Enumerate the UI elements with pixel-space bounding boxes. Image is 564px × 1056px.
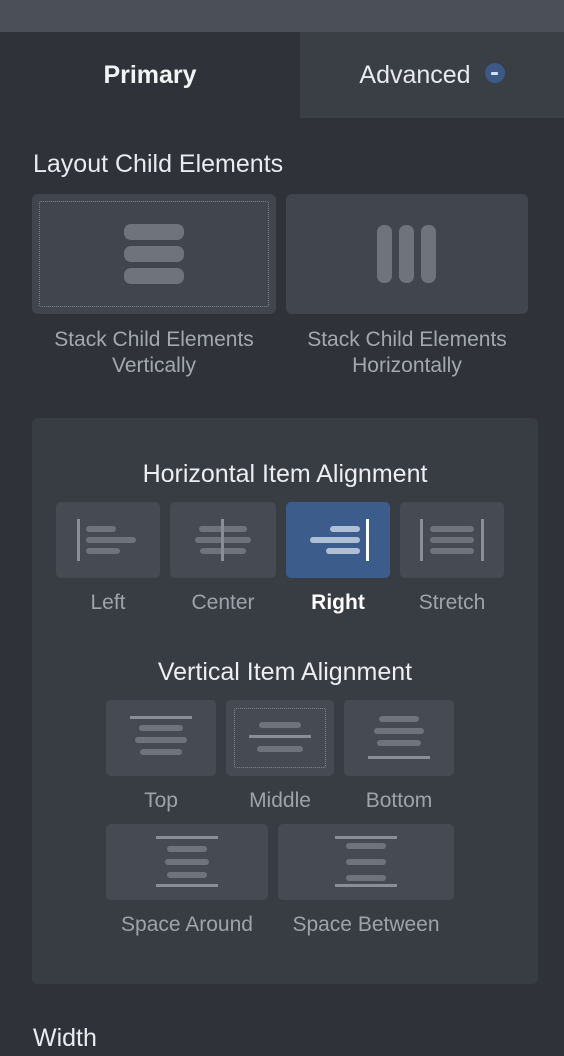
align-center-icon	[195, 519, 251, 561]
align-left-icon	[77, 519, 136, 561]
layout-section-title: Layout Child Elements	[33, 150, 284, 178]
valign-space-around-label: Space Around	[121, 913, 253, 936]
valign-space-between-button[interactable]	[278, 824, 454, 900]
align-right-button[interactable]	[286, 502, 390, 578]
align-stretch-icon	[420, 519, 484, 561]
tab-primary[interactable]: Primary	[0, 32, 300, 118]
align-right-icon	[310, 519, 369, 561]
align-right-label: Right	[311, 591, 365, 614]
horizontal-alignment-title: Horizontal Item Alignment	[142, 460, 428, 488]
minus-badge-icon	[484, 63, 505, 83]
tab-advanced[interactable]: Advanced	[300, 32, 564, 118]
stack-horizontally-button[interactable]	[286, 194, 528, 314]
valign-middle-icon	[249, 722, 311, 752]
valign-space-between-icon	[335, 836, 397, 887]
tab-primary-label: Primary	[103, 60, 197, 89]
stack-horizontally-caption-line1: Stack Child Elements	[307, 328, 507, 351]
stack-horizontally-caption-line2: Horizontally	[352, 354, 462, 377]
valign-top-button[interactable]	[106, 700, 216, 776]
align-stretch-label: Stretch	[418, 591, 486, 614]
stack-horizontally-caption: Stack Child Elements Horizontally	[286, 327, 528, 379]
stack-vertically-caption: Stack Child Elements Vertically	[32, 327, 276, 379]
valign-top-icon	[130, 716, 192, 755]
valign-bottom-button[interactable]	[344, 700, 454, 776]
stack-vertical-icon	[124, 224, 184, 284]
valign-middle-label: Middle	[249, 789, 311, 812]
valign-bottom-icon	[368, 716, 430, 759]
valign-space-around-button[interactable]	[106, 824, 268, 900]
stack-vertically-caption-line2: Vertically	[111, 354, 197, 377]
tab-advanced-label: Advanced	[359, 60, 471, 89]
valign-bottom-label: Bottom	[365, 789, 433, 812]
valign-space-between-label: Space Between	[292, 913, 440, 936]
stack-horizontal-icon	[377, 225, 436, 283]
stack-vertically-button[interactable]	[32, 194, 276, 314]
width-section-title: Width	[33, 1024, 97, 1052]
top-toolbar	[0, 0, 564, 32]
valign-top-label: Top	[144, 789, 178, 812]
valign-middle-button[interactable]	[226, 700, 334, 776]
stack-vertically-caption-line1: Stack Child Elements	[54, 328, 254, 351]
tab-bar: Primary Advanced	[0, 32, 564, 118]
align-center-label: Center	[191, 591, 255, 614]
align-stretch-button[interactable]	[400, 502, 504, 578]
vertical-alignment-title: Vertical Item Alignment	[157, 658, 413, 686]
align-left-button[interactable]	[56, 502, 160, 578]
align-center-button[interactable]	[170, 502, 276, 578]
align-left-label: Left	[90, 591, 126, 614]
valign-space-around-icon	[156, 836, 218, 887]
